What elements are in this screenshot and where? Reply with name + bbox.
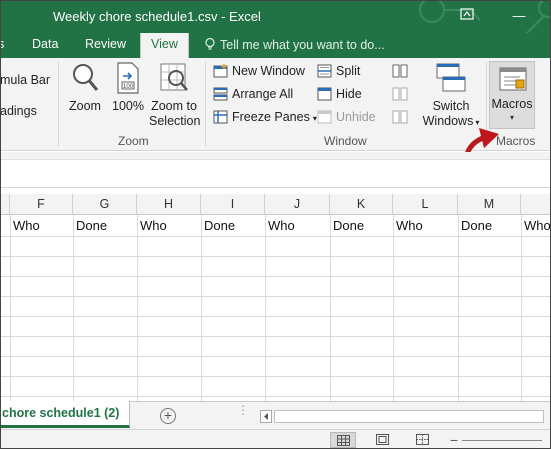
cell-n1[interactable]: Who xyxy=(524,218,551,233)
cell-f1[interactable]: Who xyxy=(13,218,40,233)
scroll-left-button[interactable] xyxy=(260,410,272,423)
freeze-panes-button[interactable]: Freeze Panes ▾ xyxy=(213,110,317,130)
zoom-group-label: Zoom xyxy=(118,134,149,148)
split-icon xyxy=(317,64,332,78)
cell-l1[interactable]: Who xyxy=(396,218,423,233)
new-window-button[interactable]: New Window xyxy=(213,64,305,84)
normal-view-button[interactable] xyxy=(330,432,356,448)
cell-m1[interactable]: Done xyxy=(461,218,492,233)
switch-windows-label-1: Switch xyxy=(432,99,470,113)
tell-me-text: Tell me what you want to do... xyxy=(220,38,385,52)
column-header-l[interactable]: L xyxy=(393,194,458,215)
arrange-all-icon xyxy=(213,87,228,101)
reset-window-position-icon[interactable] xyxy=(392,110,408,124)
zoom-100-label: 100% xyxy=(112,99,144,113)
minimize-button[interactable]: — xyxy=(508,6,530,26)
zoom-to-selection-label-1: Zoom to xyxy=(151,99,197,113)
column-header-h[interactable]: H xyxy=(137,194,201,215)
switch-windows-icon xyxy=(436,63,466,92)
zoom-out-button[interactable]: − xyxy=(450,432,458,448)
zoom-100-button[interactable]: 100 100% xyxy=(111,62,145,114)
page-layout-view-button[interactable] xyxy=(370,432,396,448)
cell-h1[interactable]: Who xyxy=(140,218,167,233)
column-headers: F G H I J K L M xyxy=(0,194,551,215)
cell-g1[interactable]: Done xyxy=(76,218,107,233)
column-header-j[interactable]: J xyxy=(265,194,330,215)
column-header-g[interactable]: G xyxy=(73,194,137,215)
split-button[interactable]: Split xyxy=(317,64,360,84)
column-header-i[interactable]: I xyxy=(201,194,265,215)
column-header-k[interactable]: K xyxy=(330,194,393,215)
add-sheet-button[interactable]: + xyxy=(160,408,176,424)
unhide-label: Unhide xyxy=(336,110,376,124)
tell-me-search[interactable]: Tell me what you want to do... xyxy=(203,37,385,52)
view-side-by-side-icon[interactable] xyxy=(392,64,408,78)
macros-button[interactable]: Macros ▾ xyxy=(489,61,535,129)
formula-bar-checkbox-label[interactable]: mula Bar xyxy=(0,73,50,87)
window-group-label: Window xyxy=(324,134,367,148)
arrange-all-label: Arrange All xyxy=(232,87,294,101)
freeze-panes-label: Freeze Panes xyxy=(232,110,310,124)
normal-view-icon xyxy=(337,435,350,446)
zoom-to-selection-icon xyxy=(160,63,188,91)
tab-splitter-handle[interactable]: ⋮ xyxy=(237,404,249,416)
tab-file-partial[interactable]: s xyxy=(0,37,4,51)
lightbulb-icon xyxy=(205,37,215,50)
sheet-tab-active[interactable]: chore schedule1 (2) xyxy=(0,401,130,428)
svg-text:100: 100 xyxy=(123,84,134,90)
column-header-m[interactable]: M xyxy=(458,194,521,215)
scroll-left-arrow-icon xyxy=(264,413,268,420)
magnifier-icon xyxy=(73,64,99,91)
ribbon-display-options-icon[interactable] xyxy=(456,6,478,26)
formula-bar-top-strip xyxy=(0,152,551,160)
column-header-partial[interactable] xyxy=(0,194,10,215)
zoom-button[interactable]: Zoom xyxy=(66,62,104,114)
unhide-window-icon xyxy=(317,110,332,124)
new-window-label: New Window xyxy=(232,64,305,78)
column-header-n-partial[interactable] xyxy=(521,194,551,215)
synchronous-scrolling-icon[interactable] xyxy=(392,87,408,101)
zoom-to-selection-label-2: Selection xyxy=(149,114,201,128)
cell-grid[interactable] xyxy=(0,215,551,401)
cell-j1[interactable]: Who xyxy=(268,218,295,233)
macros-label: Macros xyxy=(491,97,533,111)
cell-k1[interactable]: Done xyxy=(333,218,364,233)
title-bar: Weekly chore schedule1.csv - Excel — xyxy=(0,0,551,33)
status-bar: − xyxy=(0,429,551,449)
hide-label: Hide xyxy=(336,87,362,101)
split-label: Split xyxy=(336,64,361,78)
horizontal-scrollbar[interactable] xyxy=(274,410,544,423)
group-separator xyxy=(58,62,59,146)
hide-button[interactable]: Hide xyxy=(317,87,362,107)
zoom-slider[interactable] xyxy=(462,440,542,441)
sheet-tab-bar: chore schedule1 (2) + ⋮ xyxy=(0,401,551,429)
ribbon-tab-row: s Data Review View Tell me what you want… xyxy=(0,33,551,58)
headings-checkbox-label[interactable]: adings xyxy=(0,104,37,118)
tab-review[interactable]: Review xyxy=(85,37,126,51)
unhide-button[interactable]: Unhide xyxy=(317,110,376,130)
freeze-panes-icon xyxy=(213,110,228,124)
group-separator xyxy=(205,62,206,146)
page-layout-icon xyxy=(376,434,389,445)
new-window-icon xyxy=(213,64,228,78)
zoom-100-icon: 100 xyxy=(117,62,139,94)
arrange-all-button[interactable]: Arrange All xyxy=(213,87,293,107)
zoom-button-label: Zoom xyxy=(69,99,101,113)
formula-bar[interactable] xyxy=(0,152,551,188)
column-header-f[interactable]: F xyxy=(10,194,73,215)
tab-data[interactable]: Data xyxy=(32,37,58,51)
hide-window-icon xyxy=(317,87,332,101)
window-title: Weekly chore schedule1.csv - Excel xyxy=(53,9,261,24)
page-break-preview-icon xyxy=(416,434,429,445)
zoom-to-selection-button[interactable]: Zoom to Selection xyxy=(149,62,201,129)
page-break-preview-button[interactable] xyxy=(410,432,436,448)
cell-i1[interactable]: Done xyxy=(204,218,235,233)
macros-icon xyxy=(499,67,527,91)
tab-view[interactable]: View xyxy=(140,33,189,58)
